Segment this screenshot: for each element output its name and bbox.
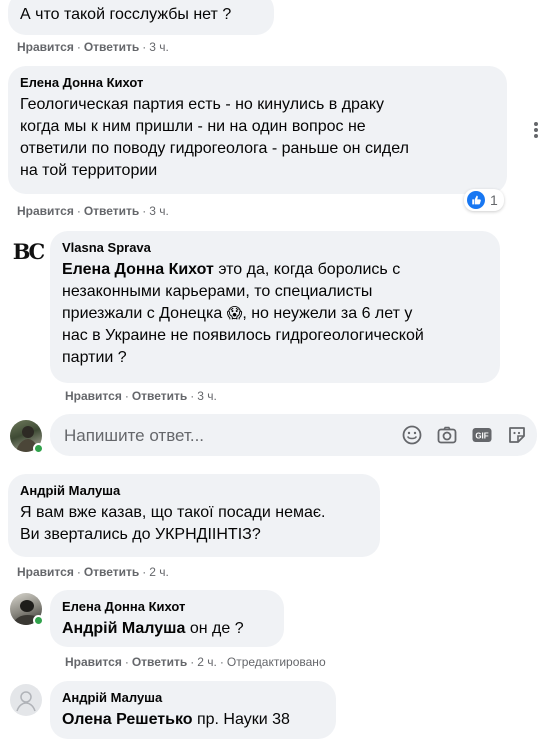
more-options-icon[interactable] (528, 120, 544, 145)
edited-label: Отредактировано (226, 655, 326, 669)
sticker-icon[interactable] (506, 424, 528, 446)
timestamp[interactable]: 2 ч. (149, 565, 169, 579)
avatar-logo-text: ВС (12, 238, 46, 264)
reaction-count: 1 (490, 192, 498, 208)
comment-actions: Нравится · Ответить · 2 ч. · Отредактировано (65, 655, 326, 669)
comment-text: Олена Решетько пр. Науки 38 (62, 711, 290, 728)
comment-text: Я вам вже казав, що такої посади немає. … (20, 504, 326, 543)
like-icon (467, 191, 485, 209)
comment-bubble: А что такой госслужбы нет ? (8, 0, 274, 35)
comment-text: Андрій Малуша он де ? (62, 620, 244, 637)
like-link[interactable]: Нравится (17, 565, 74, 579)
online-status-dot (33, 443, 44, 454)
comment-bubble: Елена Донна Кихот Геологическая партия е… (8, 66, 507, 194)
comment-bubble: Vlasna Sprava Елена Донна Кихот это да, … (50, 231, 500, 383)
avatar[interactable] (10, 684, 42, 716)
comment-text: А что такой госслужбы нет ? (20, 6, 232, 23)
online-status-dot (33, 615, 44, 626)
comment-bubble: Андрій Малуша Я вам вже казав, що такої … (8, 474, 380, 557)
emoji-icon[interactable] (401, 424, 423, 446)
comment-actions: Нравится · Ответить · 2 ч. (17, 565, 169, 579)
reply-link[interactable]: Ответить (132, 655, 187, 669)
svg-text:GIF: GIF (475, 432, 488, 441)
gif-icon[interactable]: GIF (471, 424, 493, 446)
reaction-badge[interactable]: 1 (464, 189, 504, 211)
timestamp[interactable]: 3 ч. (149, 40, 169, 54)
reply-placeholder: Напишите ответ... (64, 426, 205, 445)
camera-icon[interactable] (436, 424, 458, 446)
avatar[interactable]: ВС (10, 233, 46, 269)
mention-link[interactable]: Олена Решетько (62, 711, 193, 728)
reply-link[interactable]: Ответить (132, 389, 187, 403)
mention-link[interactable]: Елена Донна Кихот (62, 261, 214, 278)
comment-text: Геологическая партия есть - но кинулись … (20, 96, 409, 179)
reply-input[interactable]: Напишите ответ... GIF (50, 414, 537, 456)
comment-author[interactable]: Андрій Малуша (62, 689, 324, 706)
reply-link[interactable]: Ответить (84, 40, 139, 54)
comment-author[interactable]: Елена Донна Кихот (20, 74, 495, 91)
comment-text: Елена Донна Кихот это да, когда боролись… (62, 261, 424, 366)
timestamp[interactable]: 3 ч. (197, 389, 217, 403)
comment-author[interactable]: Елена Донна Кихот (62, 598, 272, 615)
comment-author[interactable]: Андрій Малуша (20, 482, 368, 499)
like-link[interactable]: Нравится (17, 40, 74, 54)
comment-actions: Нравится · Ответить · 3 ч. (17, 204, 169, 218)
like-link[interactable]: Нравится (17, 204, 74, 218)
screaming-face-emoji: 😱 (226, 305, 243, 322)
like-link[interactable]: Нравится (65, 389, 122, 403)
comment-actions: Нравится · Ответить · 3 ч. (17, 40, 169, 54)
timestamp[interactable]: 3 ч. (149, 204, 169, 218)
comment-actions: Нравится · Ответить · 3 ч. (65, 389, 217, 403)
reply-link[interactable]: Ответить (84, 204, 139, 218)
like-link[interactable]: Нравится (65, 655, 122, 669)
reply-link[interactable]: Ответить (84, 565, 139, 579)
comment-author[interactable]: Vlasna Sprava (62, 239, 488, 256)
mention-link[interactable]: Андрій Малуша (62, 620, 185, 637)
comment-bubble: Елена Донна Кихот Андрій Малуша он де ? (50, 590, 284, 647)
comment-bubble: Андрій Малуша Олена Решетько пр. Науки 3… (50, 681, 336, 739)
timestamp[interactable]: 2 ч. (197, 655, 217, 669)
